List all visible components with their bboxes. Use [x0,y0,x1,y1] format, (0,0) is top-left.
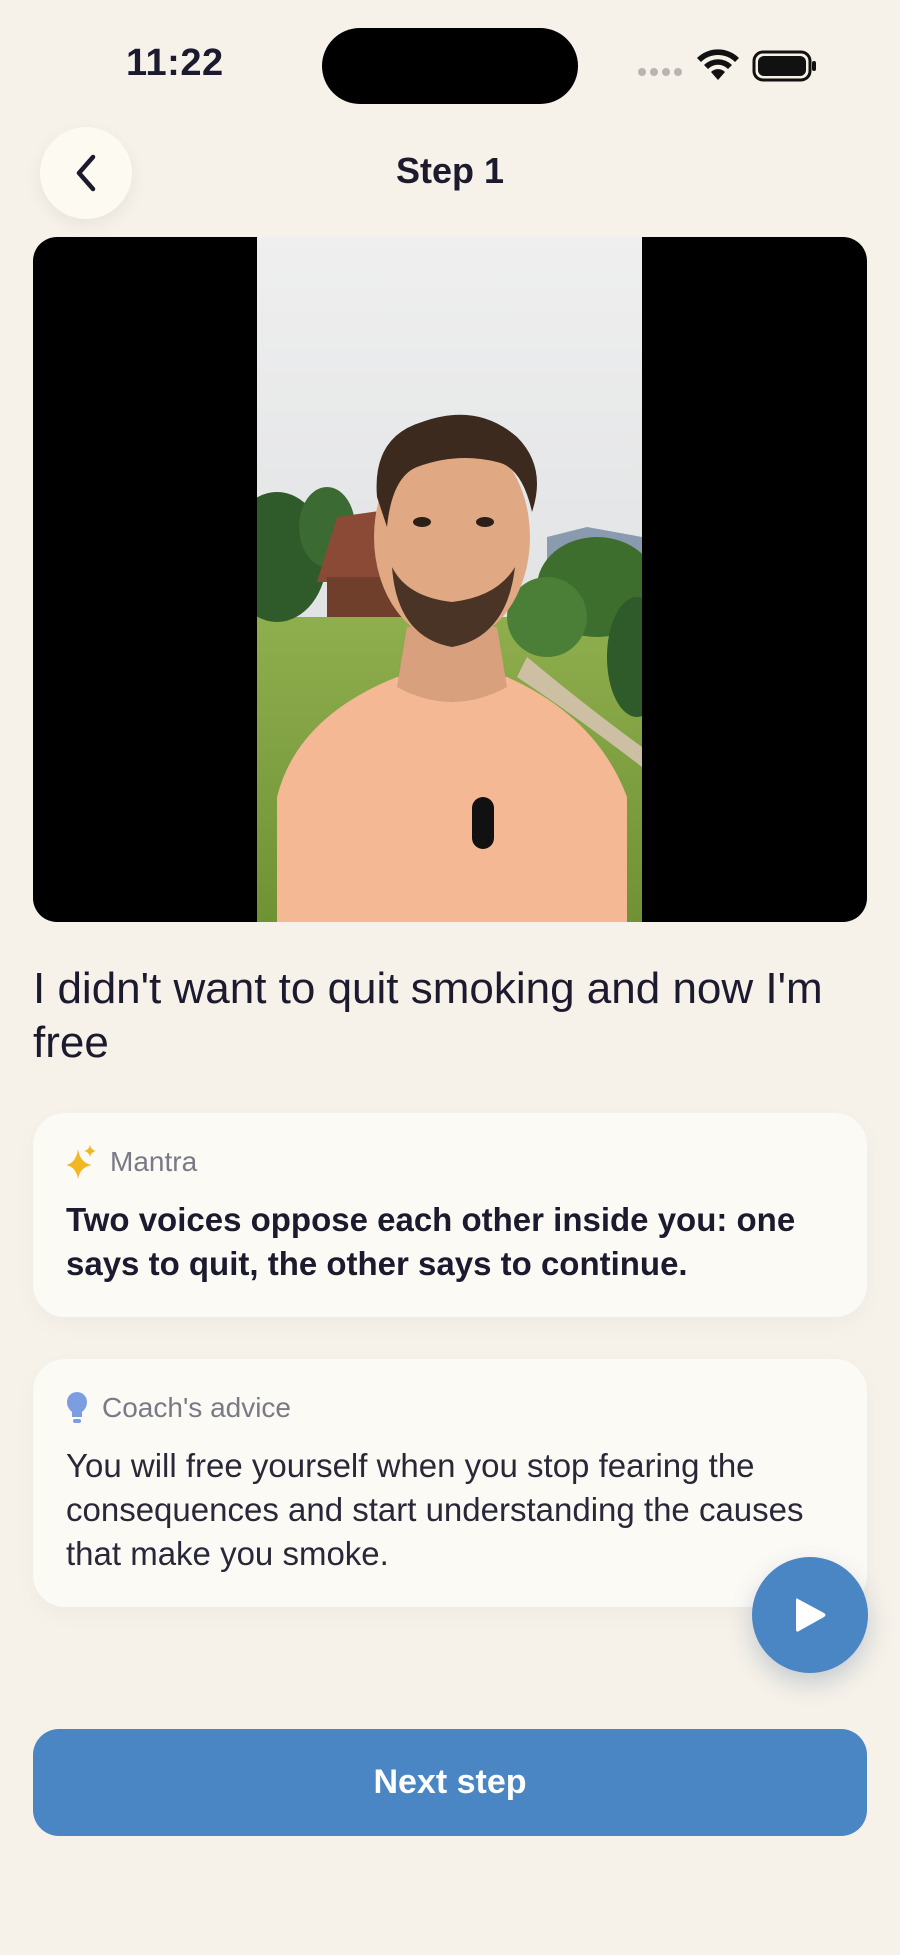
coach-advice-card: Coach's advice You will free yourself wh… [33,1359,867,1607]
battery-icon [752,50,816,82]
mantra-label: Mantra [110,1146,198,1177]
video-headline: I didn't want to quit smoking and now I'… [33,964,823,1067]
coach-advice-label: Coach's advice [102,1392,291,1423]
wifi-icon [697,49,739,80]
page-title: Step 1 [395,150,505,191]
video-player[interactable] [33,237,867,922]
coach-advice-text: You will free yourself when you stop fea… [66,1447,804,1572]
status-time: 11:22 [126,42,224,84]
play-audio-button[interactable] [752,1557,868,1673]
lightbulb-icon [67,1392,87,1423]
next-step-button[interactable]: Next step [33,1729,867,1836]
play-icon [796,1598,826,1632]
sparkle-icon [66,1145,96,1179]
mantra-text: Two voices oppose each other inside you:… [66,1201,796,1282]
dynamic-island [322,28,578,104]
cellular-signal-icon [638,68,682,76]
mantra-card: Mantra Two voices oppose each other insi… [33,1113,867,1317]
video-thumbnail [257,237,642,922]
